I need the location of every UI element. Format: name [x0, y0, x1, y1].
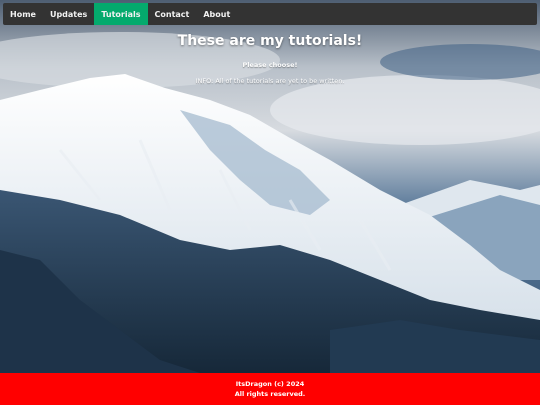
footer: ItsDragon (c) 2024 All rights reserved. [0, 373, 540, 405]
nav-updates[interactable]: Updates [43, 3, 94, 25]
nav-contact[interactable]: Contact [148, 3, 197, 25]
nav-home[interactable]: Home [3, 3, 43, 25]
top-navbar: Home Updates Tutorials Contact About [3, 3, 537, 25]
footer-rights: All rights reserved. [234, 390, 306, 398]
nav-tutorials[interactable]: Tutorials [94, 3, 148, 25]
info-text: INFO: All of the tutorials are yet to be… [195, 77, 345, 85]
nav-about[interactable]: About [196, 3, 237, 25]
page-title: These are my tutorials! [177, 33, 363, 49]
footer-copyright: ItsDragon (c) 2024 [235, 380, 305, 388]
page-subtitle: Please choose! [242, 61, 298, 69]
background-mountain-image [0, 0, 540, 373]
